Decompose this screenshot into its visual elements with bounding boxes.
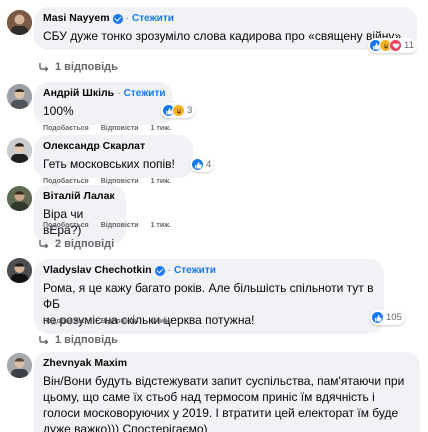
reply-arrow-icon	[39, 240, 49, 249]
comment-text-line: Рома, я це кажу багато років. Але більші…	[43, 281, 374, 311]
comment-bubble: Zhevnyak Maxim Він/Вони будуть відстежув…	[34, 352, 420, 432]
comment-author[interactable]: Masi Nayyem	[43, 12, 110, 25]
timestamp[interactable]: 1 тиж.	[151, 318, 171, 325]
comment-bubble: Masi Nayyem · Стежити СБУ дуже тонко зро…	[34, 7, 417, 50]
comment-actions: Подобається Відповісти 1 тиж.	[43, 318, 171, 325]
follow-button[interactable]: Стежити	[124, 87, 166, 100]
separator-dot: ·	[167, 264, 172, 276]
reply-arrow-icon	[39, 336, 49, 345]
view-replies-link[interactable]: 2 відповіді	[38, 238, 114, 250]
follow-button[interactable]: Стежити	[174, 264, 216, 277]
haha-reaction-icon	[172, 104, 185, 117]
comment-text-line: цьому, що саме їх стьоб над термосом при…	[43, 390, 375, 404]
reaction-count: 11	[404, 40, 414, 51]
comment-author[interactable]: Віталій Лалак	[43, 190, 115, 203]
like-action-link[interactable]: Подобається	[43, 318, 89, 325]
comment-author[interactable]: Zhevnyak Maxim	[43, 357, 127, 370]
avatar[interactable]	[7, 353, 32, 378]
comment-author[interactable]: Vladyslav Chechotkin	[43, 264, 152, 277]
reaction-summary[interactable]: 11	[368, 38, 417, 53]
separator-dot: ·	[117, 87, 121, 99]
comment-text: Геть московських попів!	[43, 157, 175, 171]
comment-bubble: Андрій Шкіль · Стежити 100%	[34, 82, 173, 125]
replies-count-label: 1 відповідь	[55, 334, 118, 346]
view-replies-link[interactable]: 1 відповідь	[38, 334, 118, 346]
comment-text-line: голоси московоруючих у 2019. І втратити …	[43, 406, 399, 420]
avatar[interactable]	[7, 10, 32, 35]
verified-badge-icon	[112, 13, 123, 24]
reaction-count: 4	[206, 159, 212, 170]
reaction-count: 105	[386, 312, 402, 323]
comment-actions: Подобається Відповісти 1 тиж.	[43, 125, 171, 132]
avatar[interactable]	[7, 258, 32, 283]
comment-text-line: дуже важко))) Спостерігаємо)	[43, 422, 208, 432]
reply-arrow-icon	[39, 63, 49, 72]
avatar[interactable]	[7, 84, 32, 109]
timestamp[interactable]: 1 тиж.	[151, 222, 171, 229]
like-action-link[interactable]: Подобається	[43, 178, 89, 185]
comment-text: 100%	[43, 104, 74, 118]
follow-button[interactable]: Стежити	[132, 12, 174, 25]
reply-action-link[interactable]: Відповісти	[101, 222, 139, 229]
verified-badge-icon	[154, 265, 165, 276]
love-reaction-icon	[389, 39, 402, 52]
reaction-summary[interactable]: 3	[161, 103, 196, 118]
comment-author[interactable]: Олександр Скарлат	[43, 140, 145, 153]
comment-text: СБУ дуже тонко зрозуміло слова кадирова …	[43, 29, 405, 43]
comment-bubble: Віталій Лалак Віра чи вЕра?)	[34, 185, 126, 244]
separator-dot: ·	[125, 12, 130, 24]
comment-bubble: Олександр Скарлат Геть московських попів…	[34, 135, 193, 178]
comment-actions: Подобається Відповісти 1 тиж.	[43, 222, 171, 229]
reply-action-link[interactable]: Відповісти	[101, 178, 139, 185]
reaction-summary[interactable]: 4	[190, 157, 215, 172]
comment-actions: Подобається Відповісти 1 тиж.	[43, 178, 171, 185]
comment-text-line: Він/Вони будуть відстежувати запит суспі…	[43, 374, 405, 388]
reaction-summary[interactable]: 105	[370, 310, 405, 325]
replies-count-label: 2 відповіді	[55, 238, 115, 250]
timestamp[interactable]: 1 тиж.	[151, 125, 171, 132]
replies-count-label: 1 відповідь	[55, 61, 118, 73]
comment-author[interactable]: Андрій Шкіль	[43, 87, 114, 100]
like-action-link[interactable]: Подобається	[43, 125, 89, 132]
view-replies-link[interactable]: 1 відповідь	[38, 61, 118, 73]
reply-action-link[interactable]: Відповісти	[101, 318, 139, 325]
like-reaction-icon	[371, 311, 384, 324]
like-action-link[interactable]: Подобається	[43, 222, 89, 229]
reply-action-link[interactable]: Відповісти	[101, 125, 139, 132]
reaction-count: 3	[187, 105, 193, 116]
avatar[interactable]	[7, 186, 32, 211]
like-reaction-icon	[191, 158, 204, 171]
avatar[interactable]	[7, 138, 32, 163]
timestamp[interactable]: 1 тиж.	[151, 178, 171, 185]
